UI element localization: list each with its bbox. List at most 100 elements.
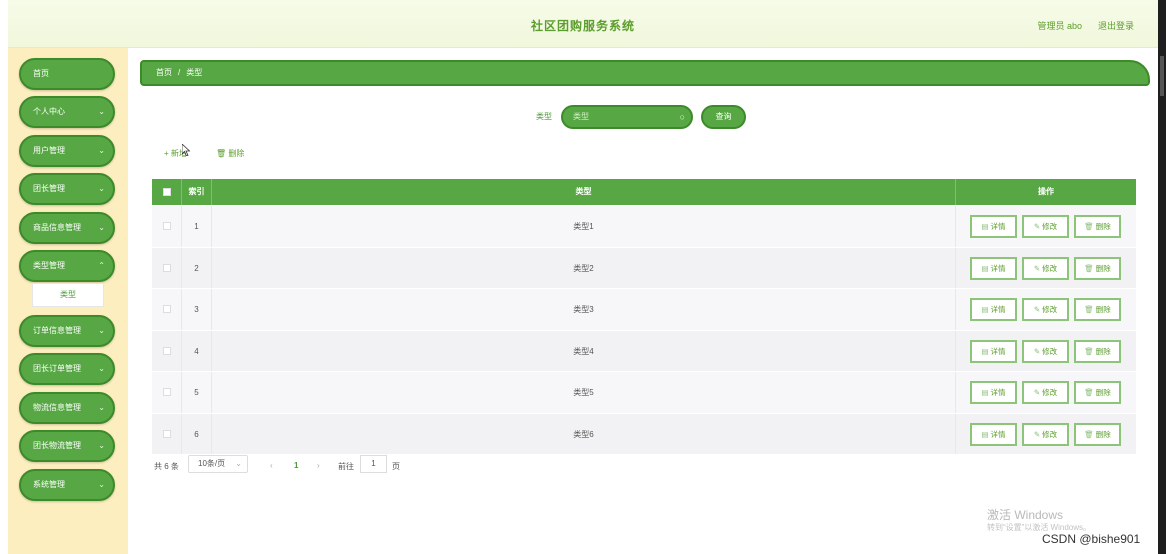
edit-button[interactable]: ✎ 修改	[1022, 381, 1069, 404]
detail-button[interactable]: ▤ 详情	[970, 422, 1017, 446]
scrollbar[interactable]	[1158, 0, 1166, 554]
row-checkbox[interactable]	[163, 429, 171, 438]
type-table: 索引 类型 操作 1 类型1 ▤ 详情 ✎ 修改 🗑 删除 2 类型2 ▤ 详情 ✎ 修改 🗑 删除 3 类型3 ▤…	[152, 179, 1136, 454]
delete-button[interactable]: 🗑 删除	[1074, 215, 1121, 238]
delete-button[interactable]: 🗑 删除	[1074, 381, 1121, 404]
row-type: 类型4	[212, 330, 956, 371]
sidebar: 首页 个人中心 ⌄ 用户管理 ⌄ 团长管理 ⌄ 商品信息管理 ⌄ 类型管理 ⌃ 类型 订单…	[8, 48, 128, 554]
sidebar-item-label: 类型管理	[33, 261, 65, 270]
sidebar-item-personal-center[interactable]: 个人中心 ⌄	[19, 96, 115, 128]
row-actions: ▤ 详情 ✎ 修改 🗑 删除	[956, 206, 1136, 247]
submenu-item-type[interactable]: 类型	[32, 283, 104, 307]
breadcrumb-home[interactable]: 首页	[156, 68, 172, 77]
detail-button[interactable]: ▤ 详情	[970, 339, 1017, 363]
column-header-type: 类型	[212, 179, 956, 205]
search-button[interactable]: 查询	[701, 105, 746, 129]
delete-label: 删除	[1095, 222, 1111, 231]
table-body: 1 类型1 ▤ 详情 ✎ 修改 🗑 删除 2 类型2 ▤ 详情 ✎ 修改 🗑 删除 3 类型3 ▤ 详情 ✎ 修改 🗑 删除 4…	[152, 205, 1136, 454]
search-label: 类型	[536, 112, 552, 121]
sidebar-item-label: 团长订单管理	[33, 364, 81, 373]
sidebar-item-system-management[interactable]: 系统管理 ⌄	[19, 469, 115, 501]
row-index: 2	[182, 247, 212, 288]
next-page-icon[interactable]: ›	[317, 461, 320, 470]
row-checkbox[interactable]	[163, 346, 171, 355]
row-checkbox[interactable]	[163, 388, 171, 396]
search-input[interactable]: 类型 ○	[561, 105, 693, 129]
edit-button[interactable]: ✎ 修改	[1022, 256, 1069, 280]
sidebar-item-leader-order-management[interactable]: 团长订单管理 ⌄	[19, 353, 115, 385]
sidebar-item-leader-logistics-management[interactable]: 团长物流管理 ⌄	[19, 430, 115, 462]
app-title: 社区团购服务系统	[530, 19, 635, 33]
row-checkbox[interactable]	[163, 222, 171, 230]
document-icon: ▤	[981, 346, 989, 356]
chevron-down-icon: ⌄	[98, 146, 105, 155]
goto-page-input[interactable]: 1	[360, 455, 387, 473]
total-count: 共 6 条	[154, 462, 179, 471]
sidebar-item-label: 系统管理	[33, 480, 65, 489]
sidebar-item-product-management[interactable]: 商品信息管理 ⌄	[19, 212, 115, 244]
batch-delete-button[interactable]: 🗑 删除	[216, 148, 244, 159]
edit-button[interactable]: ✎ 修改	[1022, 298, 1069, 321]
delete-button[interactable]: 🗑 删除	[1074, 339, 1121, 363]
delete-button[interactable]: 🗑 删除	[1074, 298, 1121, 321]
sidebar-item-home[interactable]: 首页	[19, 58, 115, 90]
page-number[interactable]: 1	[294, 461, 298, 470]
sidebar-item-label: 团长物流管理	[33, 441, 81, 450]
logout-link[interactable]: 退出登录	[1098, 19, 1134, 32]
row-type: 类型6	[212, 413, 956, 454]
search-icon: ○	[679, 112, 685, 122]
delete-button[interactable]: 🗑 删除	[1074, 256, 1121, 280]
document-icon: ▤	[981, 429, 989, 439]
prev-page-icon[interactable]: ‹	[270, 461, 273, 470]
row-type: 类型1	[212, 206, 956, 247]
row-checkbox[interactable]	[163, 305, 171, 313]
document-icon: ▤	[981, 305, 989, 314]
sidebar-item-logistics-management[interactable]: 物流信息管理 ⌄	[19, 392, 115, 424]
edit-label: 修改	[1042, 429, 1058, 439]
row-checkbox-cell	[152, 247, 182, 288]
edit-icon: ✎	[1033, 346, 1041, 356]
row-index: 4	[182, 330, 212, 371]
row-type: 类型5	[212, 372, 956, 413]
sidebar-item-user-management[interactable]: 用户管理 ⌄	[19, 135, 115, 167]
sidebar-item-label: 团长管理	[33, 184, 65, 193]
table-row: 6 类型6 ▤ 详情 ✎ 修改 🗑 删除	[152, 412, 1136, 455]
delete-button[interactable]: 🗑 删除	[1074, 422, 1121, 446]
chevron-down-icon: ⌄	[98, 480, 105, 489]
chevron-down-icon: ⌄	[98, 364, 105, 373]
row-actions: ▤ 详情 ✎ 修改 🗑 删除	[956, 414, 1136, 455]
delete-label: 删除	[1095, 388, 1111, 397]
row-actions: ▤ 详情 ✎ 修改 🗑 删除	[956, 372, 1136, 413]
sidebar-item-label: 首页	[33, 69, 49, 78]
table-row: 4 类型4 ▤ 详情 ✎ 修改 🗑 删除	[152, 329, 1136, 371]
row-checkbox-cell	[152, 413, 182, 454]
row-checkbox[interactable]	[163, 263, 171, 272]
edit-button[interactable]: ✎ 修改	[1022, 422, 1069, 446]
sidebar-item-type-management[interactable]: 类型管理 ⌃	[19, 250, 115, 282]
detail-button[interactable]: ▤ 详情	[970, 381, 1017, 404]
trash-icon: 🗑	[1084, 222, 1094, 231]
edit-button[interactable]: ✎ 修改	[1022, 215, 1069, 238]
detail-label: 详情	[990, 222, 1006, 231]
top-header: 社区团购服务系统 管理员 abo 退出登录	[8, 0, 1158, 48]
search-placeholder: 类型	[573, 112, 589, 121]
edit-label: 修改	[1042, 388, 1058, 397]
page-suffix: 页	[392, 462, 400, 471]
sidebar-item-order-management[interactable]: 订单信息管理 ⌄	[19, 315, 115, 347]
scrollbar-thumb[interactable]	[1160, 56, 1164, 96]
detail-button[interactable]: ▤ 详情	[970, 256, 1017, 280]
edit-button[interactable]: ✎ 修改	[1022, 339, 1069, 363]
chevron-down-icon: ⌄	[98, 441, 105, 450]
row-type: 类型3	[212, 289, 956, 330]
trash-icon: 🗑	[1084, 388, 1094, 397]
page-size-select[interactable]: 10条/页 ⌄	[188, 455, 248, 473]
breadcrumb-separator: /	[178, 68, 181, 77]
row-checkbox-cell	[152, 206, 182, 247]
detail-button[interactable]: ▤ 详情	[970, 298, 1017, 321]
sidebar-item-leader-management[interactable]: 团长管理 ⌄	[19, 173, 115, 205]
sidebar-item-label: 订单信息管理	[33, 326, 81, 335]
select-all-checkbox[interactable]	[163, 188, 171, 196]
header-checkbox-cell	[152, 179, 182, 205]
detail-button[interactable]: ▤ 详情	[970, 215, 1017, 238]
trash-icon: 🗑	[1084, 305, 1094, 314]
